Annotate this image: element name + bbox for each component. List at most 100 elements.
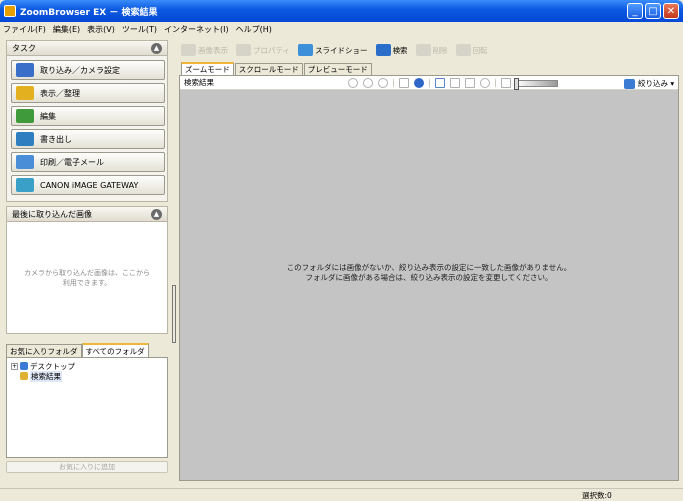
fit-icon[interactable] xyxy=(480,78,490,88)
toolbar-label: 画像表示 xyxy=(198,45,228,55)
properties-icon xyxy=(236,44,251,56)
toolbar-label: 削除 xyxy=(432,45,448,55)
filter-button[interactable]: 絞り込み ▾ xyxy=(624,78,674,89)
collapse-recent-icon[interactable]: ▲ xyxy=(151,208,162,220)
select-all-icon[interactable] xyxy=(363,78,373,88)
menu-edit[interactable]: 編集(E) xyxy=(53,24,80,35)
menu-view[interactable]: 表示(V) xyxy=(87,24,115,35)
close-button[interactable]: ✕ xyxy=(663,3,679,19)
recent-empty-message: カメラから取り込んだ画像は、ここから 利用できます。 xyxy=(24,268,150,287)
tab-all-folders[interactable]: すべてのフォルダ xyxy=(81,343,149,357)
task-button-edit[interactable]: 編集 xyxy=(11,106,165,126)
pointer-icon[interactable] xyxy=(435,78,445,88)
zoom-out-icon[interactable] xyxy=(465,78,475,88)
tree-item-label: 検索結果 xyxy=(30,370,62,382)
print-icon xyxy=(16,155,34,169)
trash-icon xyxy=(415,44,431,56)
toolbar-label: スライドショー xyxy=(315,45,368,55)
tab-scroll-mode[interactable]: スクロールモード xyxy=(234,63,303,75)
folder-tabs: お気に入りフォルダ すべてのフォルダ xyxy=(6,343,168,357)
slideshow-icon xyxy=(298,44,314,56)
tab-preview-mode[interactable]: プレビューモード xyxy=(303,63,372,75)
maximize-button[interactable]: □ xyxy=(645,3,661,19)
slider-knob[interactable] xyxy=(514,77,519,90)
slideshow-button[interactable]: スライドショー xyxy=(298,44,368,56)
minimize-button[interactable]: _ xyxy=(627,3,643,19)
task-button-gateway[interactable]: CANON iMAGE GATEWAY xyxy=(11,175,165,195)
search-folder-icon xyxy=(20,372,28,380)
export-icon xyxy=(16,132,34,146)
task-label: 書き出し xyxy=(40,134,72,144)
view-header: 検索結果 絞り込み ▾ xyxy=(180,76,678,90)
filter-label: 絞り込み ▾ xyxy=(638,79,675,88)
task-list: 取り込み／カメラ設定 表示／整理 編集 書き出し 印刷／電子メール CANON … xyxy=(6,56,168,202)
toolbar-label: 検索 xyxy=(392,45,408,55)
recent-panel-header: 最後に取り込んだ画像 ▲ xyxy=(6,206,168,222)
task-label: 取り込み／カメラ設定 xyxy=(40,65,120,75)
view-image-icon xyxy=(181,44,196,56)
thumbnail-area: このフォルダには画像がないか、絞り込み表示の設定に一致した画像がありません。 フ… xyxy=(180,90,678,480)
task-button-import[interactable]: 取り込み／カメラ設定 xyxy=(11,60,165,80)
view-mode-tabs: ズームモード スクロールモード プレビューモード xyxy=(179,62,679,75)
task-panel-header: タスク ▲ xyxy=(6,40,168,56)
collapse-tasks-icon[interactable]: ▲ xyxy=(151,42,162,54)
task-label: CANON iMAGE GATEWAY xyxy=(40,180,139,190)
organize-icon xyxy=(16,86,34,100)
menu-bar: ファイル(F) 編集(E) 表示(V) ツール(T) インターネット(I) ヘル… xyxy=(0,22,683,36)
right-pane: 画像表示 プロパティ スライドショー 検索 削除 回転 ズームモード スクロール… xyxy=(179,40,679,486)
browser-view: 検索結果 絞り込み ▾ このフォルダには画像がないか、絞り込み表示の設定に一致し… xyxy=(179,75,679,481)
menu-help[interactable]: ヘルプ(H) xyxy=(236,24,272,35)
separator xyxy=(393,78,394,88)
expand-icon[interactable]: + xyxy=(11,362,18,370)
recent-images-area: カメラから取り込んだ画像は、ここから 利用できます。 xyxy=(6,222,168,334)
task-button-organize[interactable]: 表示／整理 xyxy=(11,83,165,103)
left-pane: タスク ▲ 取り込み／カメラ設定 表示／整理 編集 書き出し 印刷／電子メール … xyxy=(6,40,168,486)
search-button[interactable]: 検索 xyxy=(375,44,408,56)
status-bar: 選択数:0 xyxy=(0,488,683,501)
desktop-icon xyxy=(20,362,28,370)
tab-zoom-mode[interactable]: ズームモード xyxy=(181,62,234,75)
current-folder-label: 検索結果 xyxy=(184,78,214,87)
menu-internet[interactable]: インターネット(I) xyxy=(164,24,229,35)
deselect-icon[interactable] xyxy=(378,78,388,88)
rotate-button[interactable]: 回転 xyxy=(455,44,488,56)
view-tools xyxy=(348,77,570,90)
task-label: 表示／整理 xyxy=(40,88,80,98)
app-icon xyxy=(4,5,16,17)
tree-item-search-results[interactable]: 検索結果 xyxy=(11,370,163,382)
delete-button[interactable]: 削除 xyxy=(415,44,448,56)
camera-import-icon xyxy=(16,63,34,77)
rotate-icon xyxy=(455,44,471,56)
add-favorite-button[interactable]: お気に入りに追加 xyxy=(6,461,168,473)
properties-button[interactable]: プロパティ xyxy=(236,44,290,56)
separator xyxy=(429,78,430,88)
recent-panel-title: 最後に取り込んだ画像 xyxy=(12,209,92,219)
toolbar-label: 回転 xyxy=(472,45,488,55)
recent-images-panel: 最後に取り込んだ画像 ▲ カメラから取り込んだ画像は、ここから 利用できます。 xyxy=(6,206,168,334)
menu-tools[interactable]: ツール(T) xyxy=(122,24,157,35)
view-image-button[interactable]: 画像表示 xyxy=(181,44,228,56)
task-button-print[interactable]: 印刷／電子メール xyxy=(11,152,165,172)
zoom-in-icon[interactable] xyxy=(450,78,460,88)
edit-icon xyxy=(16,109,34,123)
splitter-grip[interactable] xyxy=(172,285,176,343)
window-title: ZoomBrowser EX － 検索結果 xyxy=(20,7,158,18)
sort-icon[interactable] xyxy=(348,78,358,88)
empty-folder-message: このフォルダには画像がないか、絞り込み表示の設定に一致した画像がありません。 フ… xyxy=(286,263,572,282)
filter-icon xyxy=(624,78,635,89)
thumbnail-size-slider[interactable] xyxy=(514,77,558,90)
toolbar-label: プロパティ xyxy=(253,45,291,55)
tab-favorite-folders[interactable]: お気に入りフォルダ xyxy=(6,344,82,357)
info-icon[interactable] xyxy=(414,78,424,88)
display-options-icon[interactable] xyxy=(399,78,409,88)
thumbnail-size-icon[interactable] xyxy=(501,78,511,88)
search-icon xyxy=(375,44,391,56)
tree-item-desktop[interactable]: + デスクトップ xyxy=(11,361,163,371)
task-label: 編集 xyxy=(40,111,56,121)
task-panel-title: タスク xyxy=(12,43,36,53)
pane-splitter[interactable] xyxy=(171,40,177,486)
main-toolbar: 画像表示 プロパティ スライドショー 検索 削除 回転 xyxy=(179,40,679,60)
task-label: 印刷／電子メール xyxy=(40,157,104,167)
menu-file[interactable]: ファイル(F) xyxy=(3,24,46,35)
task-button-export[interactable]: 書き出し xyxy=(11,129,165,149)
